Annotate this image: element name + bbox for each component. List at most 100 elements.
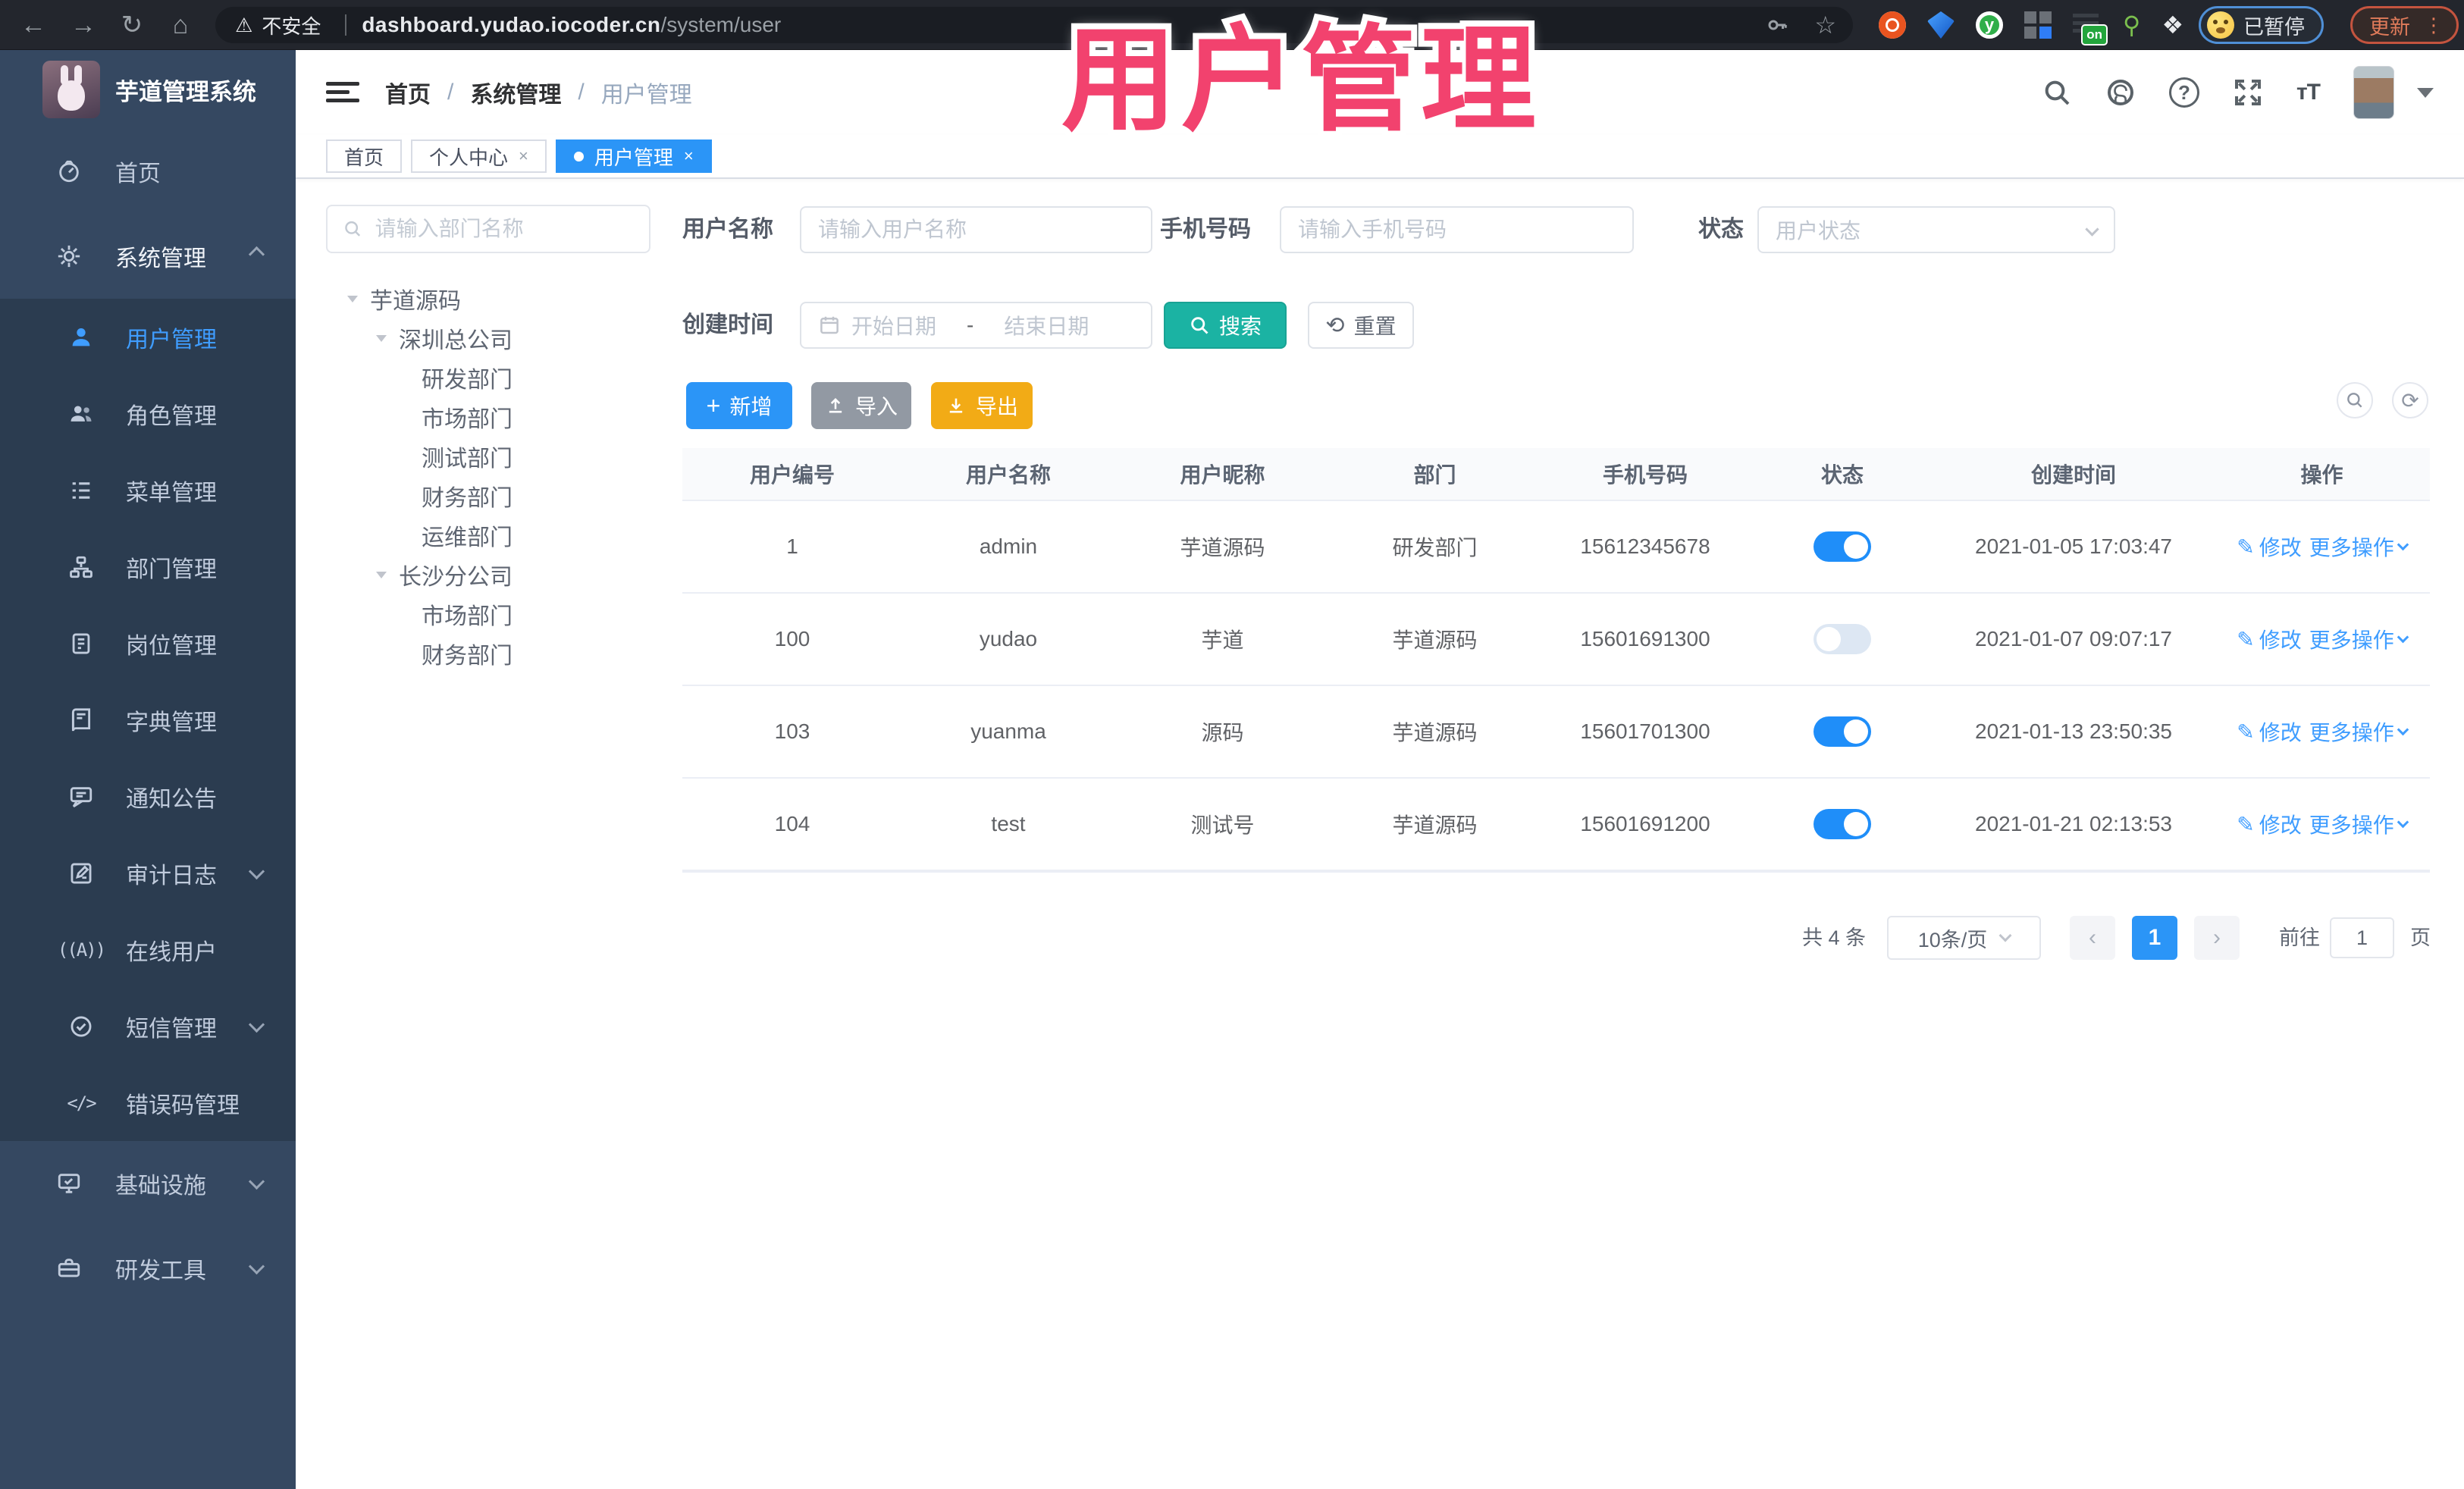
sidebar-item-infrastructure[interactable]: 基础设施 bbox=[0, 1141, 296, 1226]
sidebar-item-role-mgmt[interactable]: 角色管理 bbox=[0, 375, 296, 452]
tab-profile[interactable]: 个人中心 × bbox=[411, 139, 547, 173]
tree-node[interactable]: 芋道源码 bbox=[318, 279, 656, 318]
sidebar-item-dict-mgmt[interactable]: 字典管理 bbox=[0, 682, 296, 758]
edit-link[interactable]: ✎ 修改 bbox=[2237, 531, 2301, 562]
more-actions-link[interactable]: 更多操作 bbox=[2309, 531, 2409, 562]
current-page-button[interactable]: 1 bbox=[2132, 916, 2177, 960]
sidebar-item-online-users[interactable]: ((A)) 在线用户 bbox=[0, 911, 296, 988]
switch-extension-icon[interactable]: on bbox=[2073, 11, 2108, 45]
tree-node[interactable]: 运维部门 bbox=[318, 516, 656, 555]
more-actions-link[interactable]: 更多操作 bbox=[2309, 809, 2409, 839]
tree-node[interactable]: 财务部门 bbox=[318, 476, 656, 516]
breadcrumb-home[interactable]: 首页 bbox=[385, 76, 431, 109]
close-icon[interactable]: × bbox=[519, 146, 528, 166]
blue-gem-extension-icon[interactable] bbox=[1927, 11, 1955, 39]
puzzle-extension-icon[interactable]: ❖ bbox=[2161, 11, 2183, 39]
sidebar-item-menu-mgmt[interactable]: 菜单管理 bbox=[0, 452, 296, 528]
status-toggle[interactable] bbox=[1814, 809, 1871, 839]
browser-back-icon[interactable]: ← bbox=[9, 0, 58, 50]
tree-node[interactable]: 长沙分公司 bbox=[318, 555, 656, 594]
green-key-extension-icon[interactable]: ⚲ bbox=[2123, 11, 2140, 39]
avatar[interactable] bbox=[2353, 66, 2394, 119]
sidebar-item-user-mgmt[interactable]: 用户管理 bbox=[0, 299, 296, 375]
sidebar-item-system[interactable]: 系统管理 bbox=[0, 214, 296, 299]
toggle-search-button[interactable] bbox=[2337, 382, 2373, 418]
close-icon[interactable]: × bbox=[684, 146, 694, 166]
status-select[interactable]: 用户状态 bbox=[1757, 206, 2115, 253]
search-button[interactable]: 搜索 bbox=[1164, 302, 1287, 349]
date-range-field[interactable]: 开始日期 - 结束日期 bbox=[800, 302, 1152, 349]
sidebar-item-post-mgmt[interactable]: 岗位管理 bbox=[0, 605, 296, 682]
sidebar-item-audit-log[interactable]: 审计日志 bbox=[0, 835, 296, 911]
add-button[interactable]: + 新增 bbox=[686, 382, 792, 429]
browser-menu-icon[interactable]: ⋮ bbox=[2424, 14, 2444, 37]
help-icon[interactable]: ? bbox=[2168, 77, 2199, 108]
tree-node[interactable]: 市场部门 bbox=[318, 397, 656, 437]
key-icon[interactable] bbox=[1766, 14, 1788, 36]
breadcrumb-system[interactable]: 系统管理 bbox=[470, 76, 561, 109]
sidebar-item-notice[interactable]: 通知公告 bbox=[0, 758, 296, 835]
sidebar-item-home[interactable]: 首页 bbox=[0, 129, 296, 214]
fullscreen-icon[interactable] bbox=[2233, 77, 2263, 108]
edit-icon: ✎ bbox=[2237, 534, 2255, 559]
username-field[interactable] bbox=[800, 206, 1152, 253]
export-button[interactable]: 导出 bbox=[931, 382, 1033, 429]
app-logo[interactable]: 芋道管理系统 bbox=[0, 50, 296, 129]
edit-link[interactable]: ✎ 修改 bbox=[2237, 716, 2301, 747]
next-page-button[interactable]: › bbox=[2194, 916, 2240, 960]
username-input[interactable] bbox=[818, 218, 1134, 242]
browser-profile-button[interactable]: 已暂停 bbox=[2199, 6, 2324, 44]
sidebar-item-sms-mgmt[interactable]: 短信管理 bbox=[0, 988, 296, 1064]
green-circle-extension-icon[interactable]: y bbox=[1976, 11, 2003, 39]
github-icon[interactable] bbox=[2105, 77, 2136, 108]
table-row: 1 admin 芋道源码 研发部门 15612345678 2021-01-05… bbox=[682, 501, 2430, 594]
edit-link[interactable]: ✎ 修改 bbox=[2237, 624, 2301, 654]
tree-node[interactable]: 市场部门 bbox=[318, 594, 656, 634]
tree-expand-icon[interactable] bbox=[376, 334, 387, 342]
import-button[interactable]: 导入 bbox=[811, 382, 911, 429]
browser-update-button[interactable]: 更新 ⋮ bbox=[2350, 6, 2459, 44]
tree-node[interactable]: 测试部门 bbox=[318, 437, 656, 476]
sidebar-collapse-icon[interactable] bbox=[326, 77, 359, 108]
mobile-label: 手机号码 bbox=[1160, 217, 1251, 242]
ubuntu-extension-icon[interactable] bbox=[1879, 11, 1906, 39]
browser-forward-icon[interactable]: → bbox=[59, 0, 108, 50]
status-toggle[interactable] bbox=[1814, 624, 1871, 654]
tree-node[interactable]: 财务部门 bbox=[318, 634, 656, 673]
sidebar-item-dept-mgmt[interactable]: 部门管理 bbox=[0, 528, 296, 605]
prev-page-button[interactable]: ‹ bbox=[2070, 916, 2115, 960]
dept-search-input[interactable] bbox=[375, 217, 634, 241]
bookmark-star-icon[interactable]: ☆ bbox=[1814, 11, 1836, 39]
table-row: 100 yudao 芋道 芋道源码 15601691300 2021-01-07… bbox=[682, 594, 2430, 686]
goto-page-input[interactable] bbox=[2330, 917, 2394, 958]
tab-user-mgmt[interactable]: 用户管理 × bbox=[555, 139, 712, 173]
tree-node[interactable]: 研发部门 bbox=[318, 358, 656, 397]
more-actions-link[interactable]: 更多操作 bbox=[2309, 624, 2409, 654]
reset-button[interactable]: ⟲ 重置 bbox=[1308, 302, 1414, 349]
refresh-button[interactable]: ⟳ bbox=[2392, 382, 2428, 418]
more-actions-link[interactable]: 更多操作 bbox=[2309, 716, 2409, 747]
mobile-input[interactable] bbox=[1298, 218, 1616, 242]
caret-down-icon[interactable] bbox=[2417, 87, 2434, 98]
url-host: dashboard.yudao.iocoder.cn bbox=[362, 13, 661, 36]
font-size-icon[interactable]: ᴛT bbox=[2296, 80, 2321, 105]
status-toggle[interactable] bbox=[1814, 531, 1871, 562]
sidebar-item-dev-tools[interactable]: 研发工具 bbox=[0, 1226, 296, 1311]
status-toggle[interactable] bbox=[1814, 716, 1871, 747]
chevron-down-icon bbox=[2397, 538, 2409, 550]
dept-search-box[interactable] bbox=[326, 205, 650, 253]
sidebar-item-error-code[interactable]: </> 错误码管理 bbox=[0, 1064, 296, 1141]
tree-node[interactable]: 深圳总公司 bbox=[318, 318, 656, 358]
extensions-row: y on ⚲ ❖ bbox=[1879, 0, 2183, 50]
edit-link[interactable]: ✎ 修改 bbox=[2237, 809, 2301, 839]
tab-home[interactable]: 首页 bbox=[326, 139, 403, 173]
search-icon[interactable] bbox=[2042, 77, 2072, 108]
address-bar[interactable]: ⚠ 不安全 dashboard.yudao.iocoder.cn /system… bbox=[215, 7, 1853, 43]
tree-expand-icon[interactable] bbox=[376, 571, 387, 578]
mobile-field[interactable] bbox=[1280, 206, 1634, 253]
page-size-select[interactable]: 10条/页 bbox=[1887, 916, 2041, 960]
grid-extension-icon[interactable] bbox=[2024, 11, 2052, 39]
browser-reload-icon[interactable]: ↻ bbox=[108, 0, 156, 50]
tree-expand-icon[interactable] bbox=[347, 295, 358, 303]
browser-home-icon[interactable]: ⌂ bbox=[156, 0, 205, 50]
